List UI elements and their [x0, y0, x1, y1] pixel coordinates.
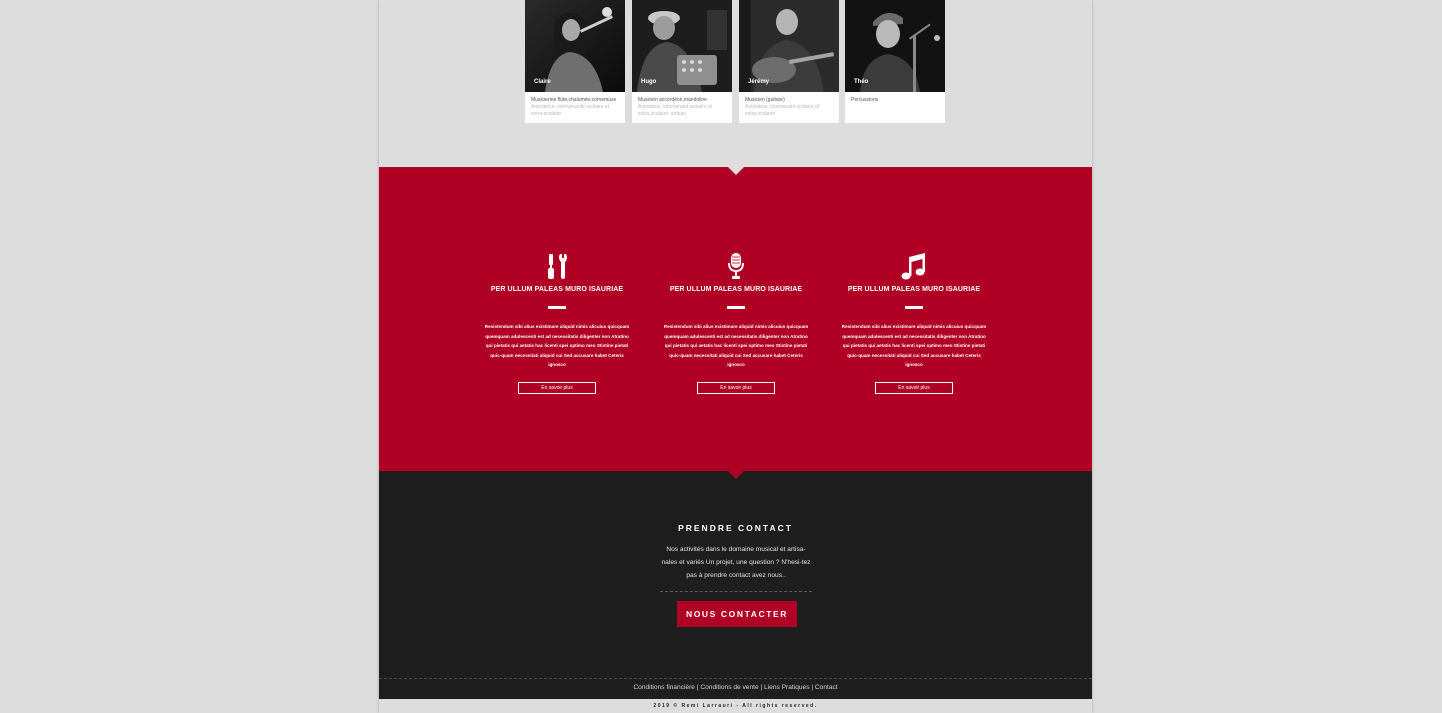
- feature-title: PER ULLUM PALEAS MURO ISAURIAE: [490, 286, 624, 293]
- learn-more-button[interactable]: En savoir plus: [875, 381, 953, 394]
- microphone-icon: [728, 253, 744, 279]
- tools-icon: [548, 254, 567, 279]
- section-notch: [727, 470, 745, 479]
- team-card-claire[interactable]: Claire Musicienne flûte,chalumée,cornemu…: [525, 0, 625, 123]
- musician-role: Musicien (guitare): [745, 97, 785, 103]
- footer-link-practical-links[interactable]: Liens Pratiques: [764, 684, 809, 691]
- team-section: Claire Musicienne flûte,chalumée,cornemu…: [379, 0, 1092, 167]
- feature-text: Resistendum sibi alius existimare aliqui…: [841, 324, 987, 367]
- contact-us-button[interactable]: NOUS CONTACTER: [677, 601, 797, 627]
- feature-title: PER ULLUM PALEAS MURO ISAURIAE: [847, 286, 981, 293]
- footer-links: Conditions financière | Conditions de ve…: [379, 684, 1092, 691]
- feature-microphone: PER ULLUM PALEAS MURO ISAURIAE Resistend…: [656, 251, 816, 394]
- musician-role: Musicienne flûte,chalumée,cornemuse: [531, 97, 617, 103]
- footer-link-contact[interactable]: Contact: [815, 684, 838, 691]
- musician-description: Animateur, intervenant scolaire et extra…: [638, 104, 713, 117]
- feature-divider: [727, 306, 745, 309]
- section-notch: [727, 166, 745, 175]
- musician-name: Claire: [534, 79, 551, 85]
- feature-music: PER ULLUM PALEAS MURO ISAURIAE Resistend…: [834, 251, 994, 394]
- feature-tools: PER ULLUM PALEAS MURO ISAURIAE Resistend…: [477, 251, 637, 394]
- team-card-hugo[interactable]: Hugo Musicien accordéon,mandoline Animat…: [632, 0, 732, 123]
- musician-role: Musicien accordéon,mandoline: [638, 97, 707, 103]
- musician-description: Animateur, intervenant scolaire et extra…: [745, 104, 820, 117]
- musician-role: Percussions: [851, 97, 879, 103]
- musician-name: Théo: [854, 79, 869, 85]
- team-card-jeremy[interactable]: Jérémy Musicien (guitare) Animateur, int…: [739, 0, 839, 123]
- divider: [660, 591, 812, 592]
- footer-divider: [379, 678, 1092, 679]
- copyright: 2019 © Remi Larrauri - All rights reserv…: [653, 703, 818, 709]
- feature-text: Resistendum sibi alius existimare aliqui…: [484, 324, 630, 367]
- contact-text: Nos activités dans le domaine musical et…: [661, 546, 811, 579]
- musician-name: Hugo: [641, 79, 657, 85]
- footer-link-sales-terms[interactable]: Conditions de vente: [700, 684, 758, 691]
- music-note-icon: [901, 253, 925, 280]
- contact-title: PRENDRE CONTACT: [678, 523, 793, 533]
- contact-section: PRENDRE CONTACT Nos activités dans le do…: [379, 470, 1092, 699]
- feature-text: Resistendum sibi alius existimare aliqui…: [663, 324, 809, 367]
- feature-divider: [905, 306, 923, 309]
- musician-name: Jérémy: [748, 79, 770, 85]
- services-section: PER ULLUM PALEAS MURO ISAURIAE Resistend…: [379, 166, 1092, 471]
- page-wrapper: Claire Musicienne flûte,chalumée,cornemu…: [379, 0, 1092, 713]
- footer-link-financial-terms[interactable]: Conditions financière: [633, 684, 695, 691]
- feature-title: PER ULLUM PALEAS MURO ISAURIAE: [669, 286, 803, 293]
- learn-more-button[interactable]: En savoir plus: [697, 381, 775, 394]
- learn-more-button[interactable]: En savoir plus: [518, 381, 596, 394]
- musician-description: Animatrice, intervenante scolaire et ext…: [531, 104, 610, 117]
- team-card-theo[interactable]: Théo Percussions: [845, 0, 945, 123]
- feature-divider: [548, 306, 566, 309]
